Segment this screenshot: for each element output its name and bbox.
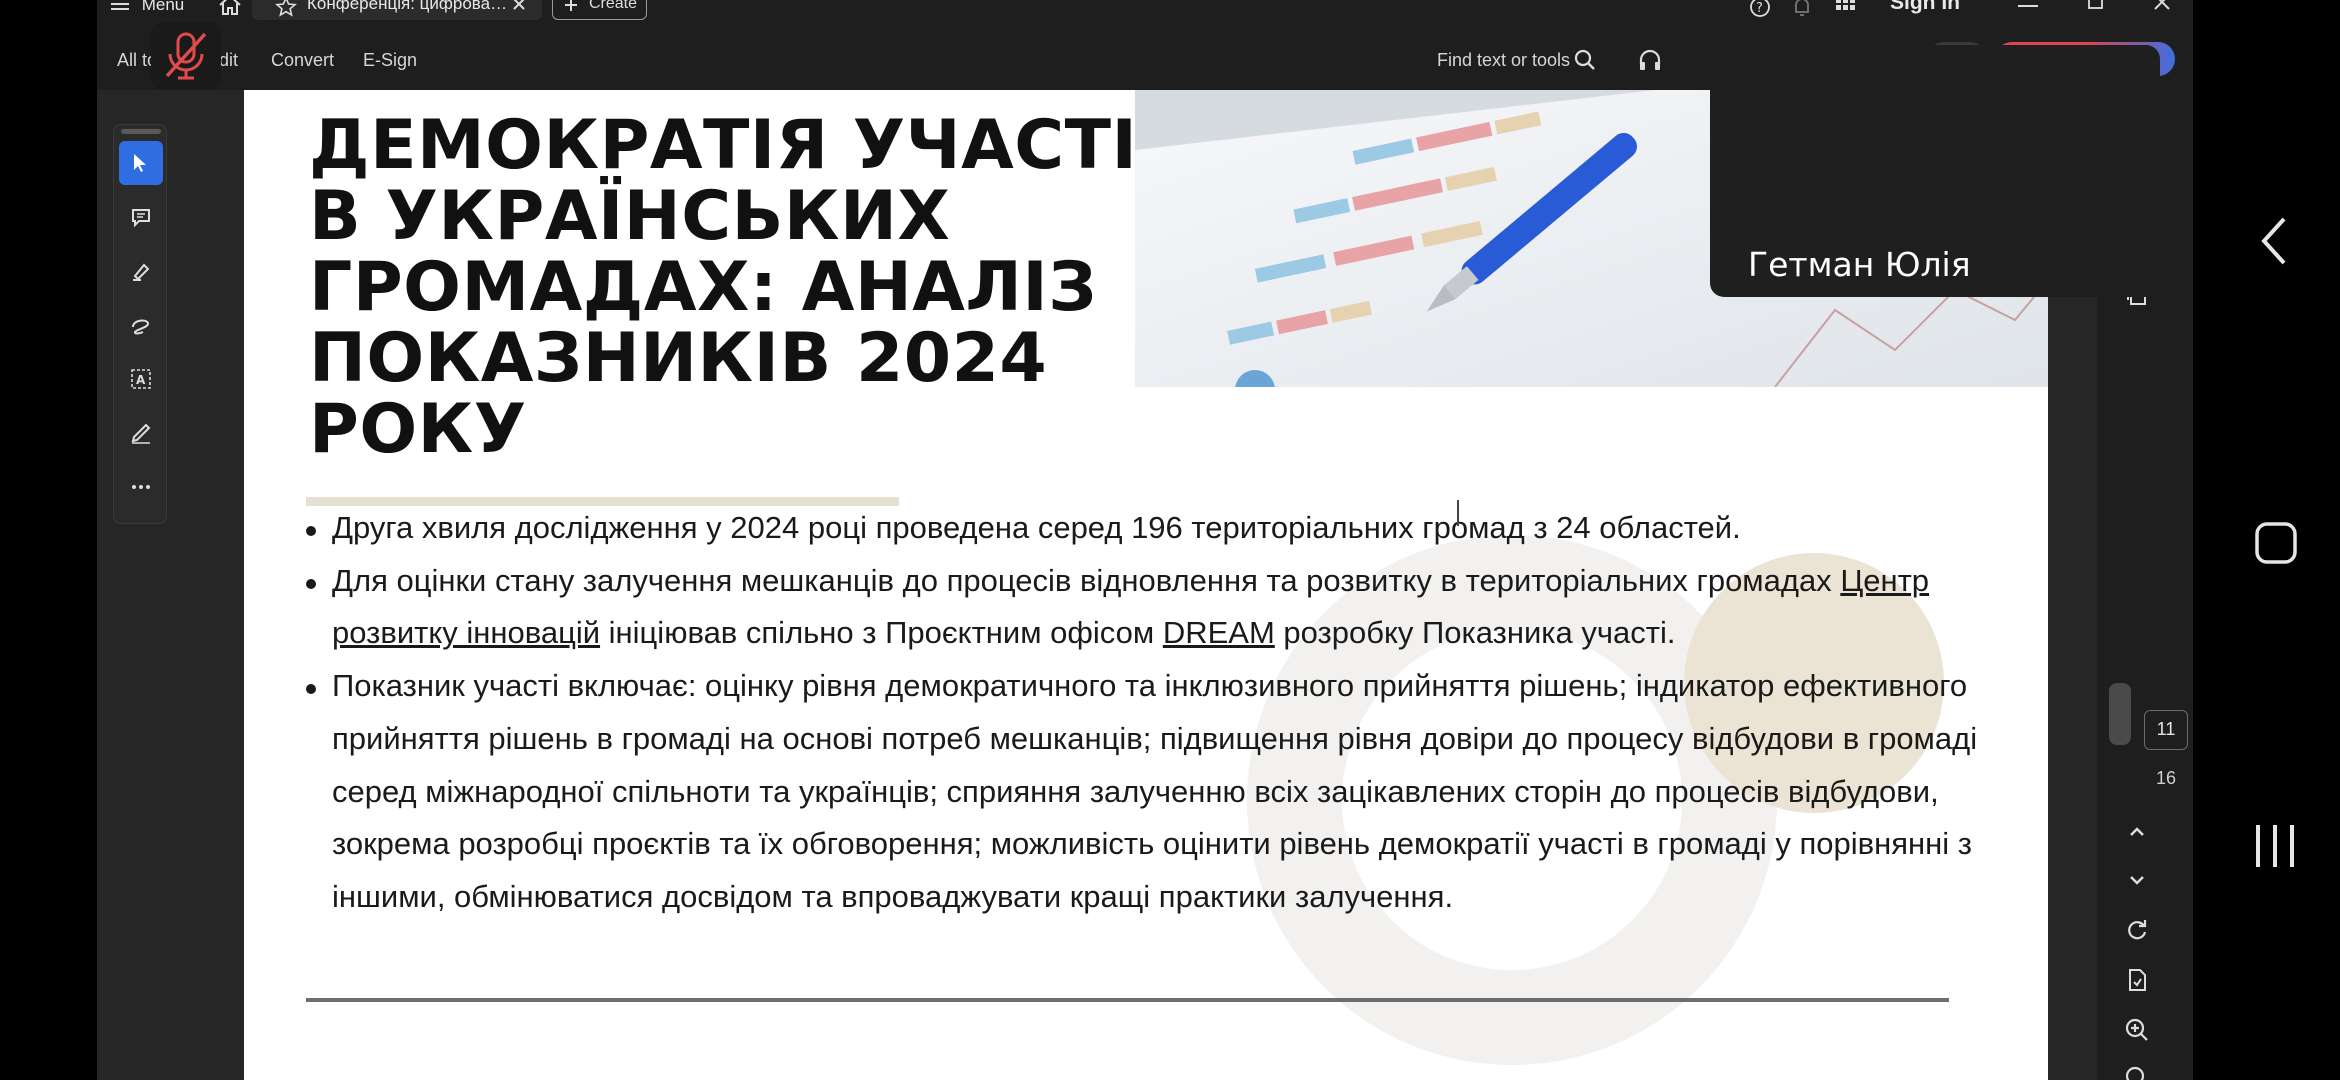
- chevron-up-icon[interactable]: [2123, 818, 2163, 858]
- signature-pen-icon: [131, 423, 151, 444]
- bullet-text: Друга хвиля дослідження у 2024 році пров…: [332, 510, 1741, 545]
- participant-video-tile[interactable]: Гетман Юлія: [1710, 45, 2160, 297]
- vertical-scrollbar-thumb[interactable]: [2109, 683, 2131, 745]
- esign-tab[interactable]: E-Sign: [363, 50, 417, 71]
- save-document-icon[interactable]: [2123, 966, 2163, 1006]
- edit-tab[interactable]: dit: [219, 50, 238, 71]
- home-square-icon[interactable]: [2254, 521, 2298, 570]
- panel-handle[interactable]: [121, 129, 161, 134]
- microphone-muted-button[interactable]: [151, 22, 221, 90]
- mic-off-icon: [165, 32, 207, 80]
- more-tools-button[interactable]: [119, 465, 163, 509]
- convert-tab[interactable]: Convert: [271, 50, 334, 71]
- bullet-text-part: Для оцінки стану залучення мешканців до …: [332, 562, 1841, 598]
- apps-grid-icon[interactable]: [1834, 0, 1856, 18]
- chevron-down-icon[interactable]: [2123, 866, 2163, 906]
- menu-label: Menu: [141, 0, 185, 14]
- back-icon[interactable]: [2256, 215, 2292, 272]
- star-icon[interactable]: [275, 0, 297, 18]
- plus-icon: [563, 0, 579, 18]
- participant-name: Гетман Юлія: [1748, 245, 1971, 284]
- bullet-item: Для оцінки стану залучення мешканців до …: [306, 555, 1986, 660]
- help-icon[interactable]: ?: [1749, 0, 1771, 18]
- tab-title[interactable]: Конференція: цифрова…: [307, 0, 507, 18]
- create-button[interactable]: Create: [552, 0, 647, 20]
- notification-bell-icon[interactable]: [1792, 0, 1812, 18]
- hamburger-icon: [111, 0, 129, 14]
- document-title: ДЕМОКРАТІЯ УЧАСТІ В УКРАЇНСЬКИХ ГРОМАДАХ…: [309, 106, 1138, 469]
- freehand-icon: [132, 319, 149, 335]
- bullet-item: Друга хвиля дослідження у 2024 році пров…: [306, 502, 1986, 555]
- total-pages-label: 16: [2155, 768, 2177, 788]
- comment-tool-button[interactable]: [119, 195, 163, 239]
- maximize-icon[interactable]: [2087, 0, 2105, 16]
- highlighter-icon: [133, 263, 150, 281]
- more-dots-icon: [132, 485, 150, 489]
- cursor-arrow-icon: [134, 154, 146, 172]
- bullet-item: Показник участі включає: оцінку рівня де…: [306, 660, 1986, 924]
- sign-tool-button[interactable]: [119, 411, 163, 455]
- search-icon[interactable]: [1573, 48, 1597, 77]
- zoom-out-icon[interactable]: [2123, 1064, 2163, 1080]
- highlight-tool-button[interactable]: [119, 249, 163, 293]
- dream-link[interactable]: DREAM: [1163, 615, 1275, 650]
- bullet-text-part: розробку Показника участі.: [1274, 615, 1676, 651]
- comment-icon: [132, 209, 150, 228]
- select-tool-button[interactable]: [119, 141, 163, 185]
- sign-in-button[interactable]: Sign In: [1890, 0, 1960, 17]
- svg-text:A: A: [136, 373, 146, 387]
- zoom-in-icon[interactable]: [2123, 1016, 2163, 1056]
- svg-text:?: ?: [1756, 1, 1763, 16]
- bullet-list: Друга хвиля дослідження у 2024 році пров…: [306, 502, 1986, 924]
- current-page-input[interactable]: 11: [2144, 710, 2188, 750]
- headphones-icon[interactable]: [1637, 48, 1663, 77]
- home-icon[interactable]: [217, 0, 243, 16]
- draw-tool-button[interactable]: [119, 303, 163, 347]
- text-cursor-icon: [1457, 500, 1459, 526]
- close-tab-icon[interactable]: [511, 0, 527, 18]
- find-text-or-tools[interactable]: Find text or tools: [1437, 50, 1570, 71]
- text-box-icon: A: [131, 369, 151, 389]
- create-label: Create: [589, 0, 638, 12]
- bullet-text-part: ініціював спільно з Проєктним офісом: [600, 615, 1163, 651]
- menu-button[interactable]: Menu: [111, 0, 184, 19]
- title-bar: Menu Конференція: цифрова… Create ? Sign…: [97, 0, 2193, 22]
- refresh-icon[interactable]: [2123, 916, 2163, 956]
- text-box-tool-button[interactable]: A: [119, 357, 163, 401]
- minimize-icon[interactable]: [2017, 0, 2039, 22]
- close-window-icon[interactable]: [2153, 0, 2171, 16]
- recent-apps-icon[interactable]: [2252, 822, 2298, 875]
- bullet-text: Показник участі включає: оцінку рівня де…: [332, 668, 1978, 914]
- quick-tools-panel: A: [113, 124, 167, 524]
- horizontal-rule: [306, 998, 1949, 1002]
